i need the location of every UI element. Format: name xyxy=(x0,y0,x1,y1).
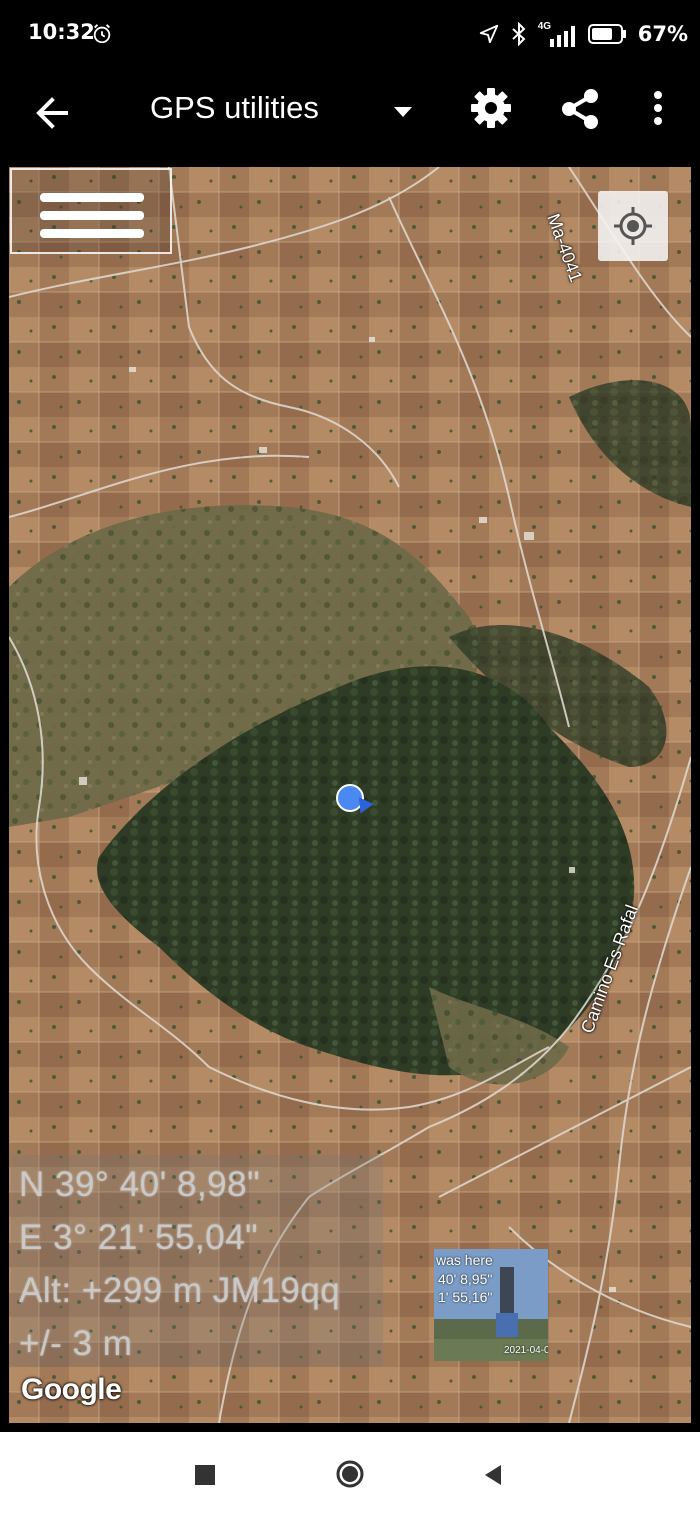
gear-icon[interactable] xyxy=(469,86,513,130)
satellite-map[interactable]: Ma-4041 Camino Es Rafal N 39° 40' 8,98" … xyxy=(9,167,691,1423)
alarm-icon xyxy=(93,24,111,44)
back-arrow-icon[interactable] xyxy=(30,90,76,136)
more-vert-icon[interactable] xyxy=(644,86,672,132)
battery-icon xyxy=(587,24,626,44)
photo-lat: 40' 8,95" xyxy=(438,1271,493,1287)
recent-apps-icon[interactable] xyxy=(195,1465,215,1485)
photo-caption: was here xyxy=(436,1252,493,1268)
home-icon[interactable] xyxy=(335,1459,365,1489)
coordinates-panel[interactable]: N 39° 40' 8,98" E 3° 21' 55,04" Alt: +29… xyxy=(11,1155,383,1367)
signal-icon: 4G xyxy=(538,21,578,47)
menu-bar xyxy=(40,193,144,202)
menu-bar xyxy=(40,211,144,220)
page-title[interactable]: GPS utilities xyxy=(150,88,319,128)
system-nav-bar xyxy=(0,1432,700,1516)
my-location-icon xyxy=(614,207,652,245)
back-icon[interactable] xyxy=(483,1463,503,1487)
accuracy-text: +/- 3 m xyxy=(19,1324,133,1363)
photo-date: 2021-04-0 xyxy=(504,1345,548,1356)
map-menu-button[interactable] xyxy=(10,168,172,254)
menu-bar xyxy=(40,229,144,238)
altitude-text: Alt: +299 m JM19qq xyxy=(19,1271,341,1310)
battery-percent: 67% xyxy=(637,22,688,46)
location-arrow-icon xyxy=(479,24,498,44)
photo-thumbnail[interactable]: was here 40' 8,95" 1' 55,16" 2021-04-0 xyxy=(434,1249,548,1361)
share-icon[interactable] xyxy=(557,86,603,132)
photo-lon: 1' 55,16" xyxy=(438,1289,493,1305)
google-logo: Google xyxy=(21,1373,122,1406)
latitude-text: N 39° 40' 8,98" xyxy=(19,1165,261,1204)
dropdown-icon[interactable] xyxy=(388,96,418,126)
status-time: 10:32 xyxy=(28,20,95,44)
app-bar: GPS utilities xyxy=(0,70,700,160)
bluetooth-icon xyxy=(512,22,526,46)
longitude-text: E 3° 21' 55,04" xyxy=(19,1218,259,1257)
my-location-button[interactable] xyxy=(598,191,668,261)
status-bar: 10:32 4G 67% xyxy=(0,0,700,70)
